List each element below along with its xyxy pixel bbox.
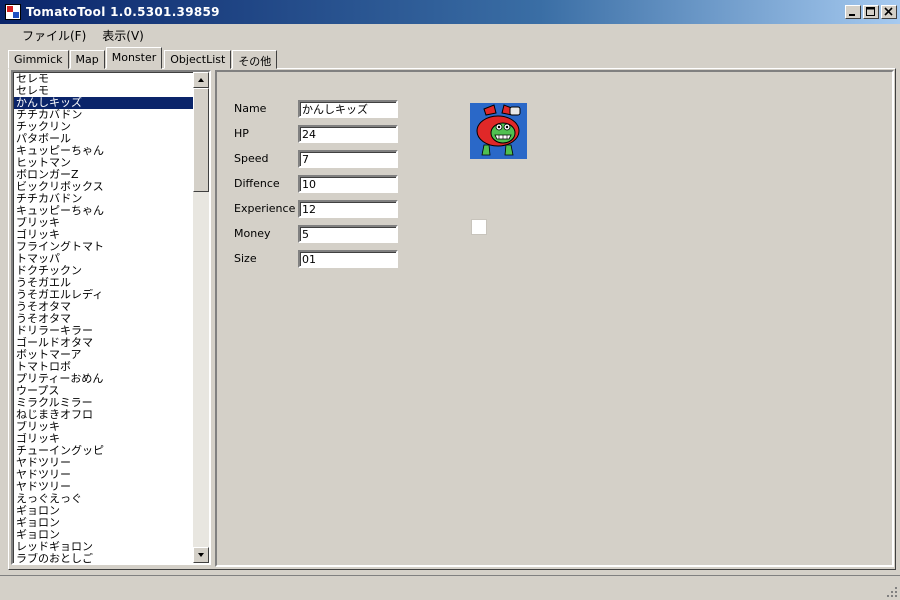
sub-image-placeholder	[471, 219, 487, 235]
list-item[interactable]: ウープス	[14, 385, 194, 397]
list-item[interactable]: ブリッキ	[14, 421, 194, 433]
scroll-up-arrow-icon	[198, 78, 204, 82]
money-label: Money	[234, 227, 271, 240]
list-item[interactable]: チチカバドン	[14, 109, 194, 121]
list-item[interactable]: うそオタマ	[14, 301, 194, 313]
window-title: TomatoTool 1.0.5301.39859	[26, 5, 220, 19]
list-item[interactable]: ドクチックン	[14, 265, 194, 277]
monster-sprite-image	[470, 103, 527, 159]
maximize-button[interactable]	[863, 5, 879, 19]
list-item[interactable]: ギョロン	[14, 505, 194, 517]
minimize-button[interactable]	[845, 5, 861, 19]
list-item[interactable]: ミラクルミラー	[14, 397, 194, 409]
list-item[interactable]: うそガエルレディ	[14, 289, 194, 301]
list-item[interactable]: ブリッキ	[14, 217, 194, 229]
speed-label: Speed	[234, 152, 269, 165]
list-item[interactable]: キュッピーちゃん	[14, 205, 194, 217]
tab-strip: Gimmick Map Monster ObjectList その他	[8, 47, 278, 69]
list-item[interactable]: トマッパ	[14, 253, 194, 265]
money-field[interactable]: 5	[298, 225, 398, 243]
list-item[interactable]: うそオタマ	[14, 313, 194, 325]
hp-label: HP	[234, 127, 249, 140]
menu-file[interactable]: ファイル(F)	[14, 25, 94, 46]
list-item[interactable]: チューイングッピ	[14, 445, 194, 457]
close-button[interactable]	[881, 5, 897, 19]
scroll-thumb[interactable]	[193, 88, 209, 192]
list-item[interactable]: ヤドツリー	[14, 469, 194, 481]
list-item[interactable]: チチカバドン	[14, 193, 194, 205]
list-item[interactable]: レッドギョロン	[14, 541, 194, 553]
list-item[interactable]: トマトロボ	[14, 361, 194, 373]
tab-other[interactable]: その他	[232, 50, 278, 69]
tab-objectlist[interactable]: ObjectList	[164, 50, 232, 69]
app-icon[interactable]	[5, 4, 21, 20]
title-bar[interactable]: TomatoTool 1.0.5301.39859	[0, 0, 900, 24]
experience-field[interactable]: 12	[298, 200, 398, 218]
list-item[interactable]: ボロンガーZ	[14, 169, 194, 181]
status-bar	[0, 575, 900, 600]
list-item[interactable]: セレモ	[14, 85, 194, 97]
list-item[interactable]: ギョロン	[14, 517, 194, 529]
list-item[interactable]: セレモ	[14, 73, 194, 85]
menu-view[interactable]: 表示(V)	[94, 25, 152, 46]
list-item[interactable]: ビックリボックス	[14, 181, 194, 193]
size-field[interactable]: 01	[298, 250, 398, 268]
list-item[interactable]: ボットマーア	[14, 349, 194, 361]
scroll-up-button[interactable]	[193, 72, 209, 88]
list-item[interactable]: ヤドツリー	[14, 481, 194, 493]
list-item[interactable]: ラブのおとしご	[14, 553, 194, 563]
close-icon	[884, 7, 893, 16]
size-label: Size	[234, 252, 257, 265]
list-item[interactable]: ドリラーキラー	[14, 325, 194, 337]
maximize-icon	[866, 7, 875, 16]
list-item[interactable]: キュッピーちゃん	[14, 145, 194, 157]
minimize-icon	[849, 14, 855, 16]
list-scrollbar[interactable]	[193, 72, 209, 563]
hp-field[interactable]: 24	[298, 125, 398, 143]
list-item[interactable]: ヤドツリー	[14, 457, 194, 469]
list-item[interactable]: プリティーおめん	[14, 373, 194, 385]
scroll-down-button[interactable]	[193, 547, 209, 563]
monster-listbox[interactable]: セレモ セレモ かんしキッズ チチカバドン チックリン パタボール キュッピーちゃん ヒットマ…	[11, 70, 211, 565]
monster-list-items: セレモ セレモ かんしキッズ チチカバドン チックリン パタボール キュッピーちゃん ヒットマ…	[14, 73, 194, 563]
name-label: Name	[234, 102, 267, 115]
monster-sprite-icon	[470, 103, 527, 159]
list-item[interactable]: ヒットマン	[14, 157, 194, 169]
tab-map[interactable]: Map	[69, 50, 105, 69]
tab-gimmick[interactable]: Gimmick	[8, 50, 69, 69]
diffence-label: Diffence	[234, 177, 280, 190]
list-item[interactable]: ゴリッキ	[14, 229, 194, 241]
scroll-down-arrow-icon	[198, 553, 204, 557]
window-controls	[845, 5, 897, 19]
speed-field[interactable]: 7	[298, 150, 398, 168]
list-item[interactable]: ゴールドオタマ	[14, 337, 194, 349]
experience-label: Experience	[234, 202, 296, 215]
menu-bar: ファイル(F) 表示(V)	[0, 24, 900, 46]
list-item[interactable]: ギョロン	[14, 529, 194, 541]
list-item[interactable]: かんしキッズ	[14, 97, 194, 109]
diffence-field[interactable]: 10	[298, 175, 398, 193]
name-field[interactable]: かんしキッズ	[298, 100, 398, 118]
list-item[interactable]: ねじまきオフロ	[14, 409, 194, 421]
list-item[interactable]: うそガエル	[14, 277, 194, 289]
list-item[interactable]: パタボール	[14, 133, 194, 145]
list-item[interactable]: フライングトマト	[14, 241, 194, 253]
list-item[interactable]: えっぐえっぐ	[14, 493, 194, 505]
list-item[interactable]: ゴリッキ	[14, 433, 194, 445]
size-grip-icon[interactable]	[886, 586, 898, 598]
list-item[interactable]: チックリン	[14, 121, 194, 133]
tab-monster[interactable]: Monster	[105, 47, 163, 69]
monster-detail-panel	[215, 70, 894, 567]
